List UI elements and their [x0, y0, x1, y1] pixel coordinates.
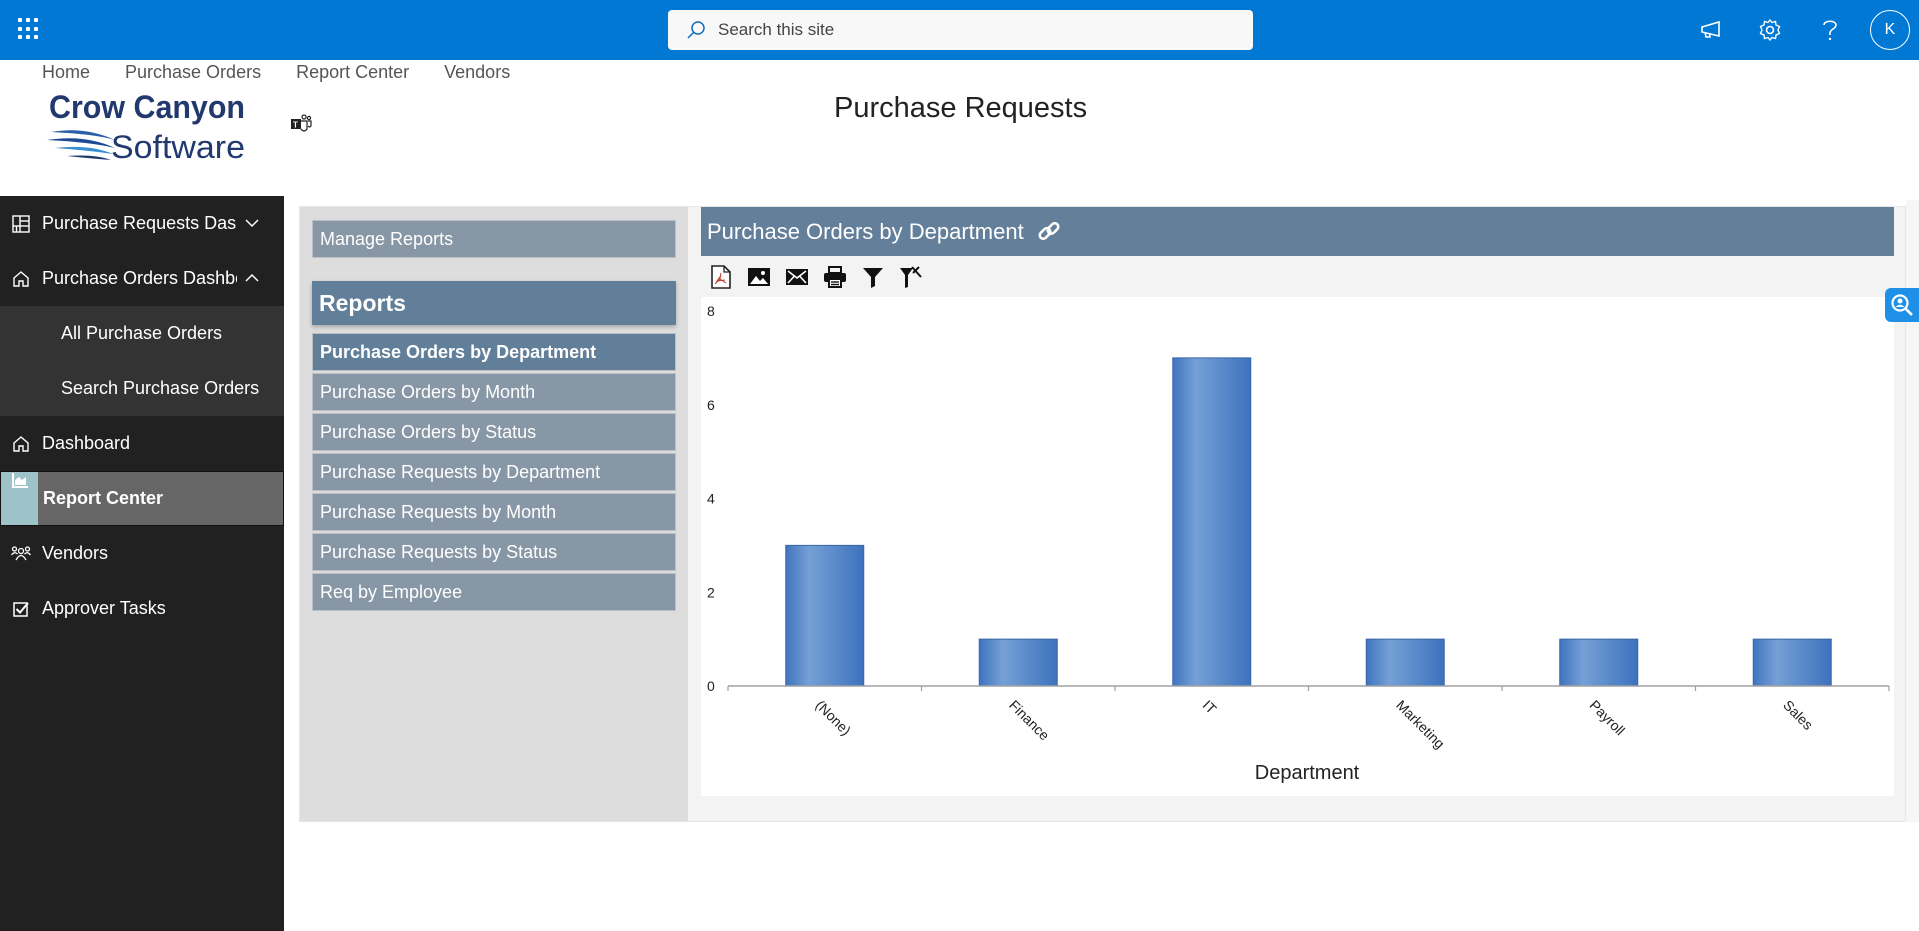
- x-tick-label: (None): [813, 697, 855, 739]
- y-tick-label: 6: [707, 397, 715, 413]
- sidebar-item-vendors[interactable]: Vendors: [0, 526, 284, 581]
- manage-reports-label: Manage Reports: [320, 228, 454, 249]
- report-item[interactable]: Purchase Orders by Status: [312, 413, 676, 451]
- report-title-bar: Purchase Orders by Department: [701, 207, 1894, 256]
- search-icon: [687, 21, 705, 39]
- sidebar-item-approver-tasks[interactable]: Approver Tasks: [0, 581, 284, 636]
- report-item[interactable]: Req by Employee: [312, 573, 676, 611]
- sidebar-item-label: Approver Tasks: [42, 598, 166, 618]
- report-item-label: Purchase Requests by Department: [320, 461, 601, 482]
- help-icon[interactable]: [1815, 15, 1845, 45]
- suite-bar: K: [0, 0, 1919, 60]
- logo-line2: Software: [111, 129, 245, 164]
- y-tick-label: 4: [707, 491, 715, 507]
- bar-sales[interactable]: [1752, 638, 1832, 687]
- bar-chart: 0 2 4 6 8 (None) Finance IT Marketing Payroll Sal…: [707, 303, 1890, 784]
- sidebar-item-label: Vendors: [42, 543, 109, 563]
- report-chart-icon: [1, 472, 38, 525]
- email-icon[interactable]: [785, 265, 809, 289]
- search-input[interactable]: [718, 20, 1218, 40]
- x-tick-label: Marketing: [1393, 697, 1448, 752]
- report-item-label: Purchase Requests by Status: [320, 541, 558, 562]
- chart-area: 0 2 4 6 8 (None) Finance IT Marketing Payroll Sal…: [701, 297, 1894, 796]
- pdf-export-icon[interactable]: [709, 265, 733, 289]
- sidebar-item-label: All Purchase Orders: [61, 323, 223, 343]
- report-title: Purchase Orders by Department: [707, 218, 1024, 244]
- people-icon: [0, 545, 42, 562]
- manage-reports-button[interactable]: Manage Reports: [312, 220, 676, 258]
- bar-finance[interactable]: [978, 638, 1058, 687]
- report-item[interactable]: Purchase Requests by Status: [312, 533, 676, 571]
- site-logo[interactable]: Crow Canyon Software: [45, 88, 250, 165]
- bar-marketing[interactable]: [1365, 638, 1445, 687]
- sidebar-item-purchase-orders-dashboard[interactable]: Purchase Orders Dashboard: [0, 251, 284, 306]
- bar-payroll[interactable]: [1559, 638, 1639, 687]
- checkbox-icon: [0, 601, 42, 617]
- filter-icon[interactable]: [861, 265, 885, 289]
- top-nav-vendors[interactable]: Vendors: [444, 62, 510, 83]
- home-icon: [0, 270, 42, 288]
- x-axis-title: Department: [1255, 762, 1360, 784]
- sidebar-item-label: Purchase Orders Dashboard: [42, 268, 237, 288]
- report-toolbar: [709, 263, 923, 291]
- y-tick-label: 8: [707, 303, 715, 319]
- x-tick-label: Sales: [1780, 697, 1816, 733]
- logo-line1: Crow Canyon: [49, 89, 245, 125]
- bar-none[interactable]: [785, 544, 865, 687]
- sidebar-item-label: Dashboard: [42, 433, 131, 453]
- report-view-panel: Purchase Orders by Department 0 2 4 6 8 (Non…: [701, 207, 1895, 821]
- home-icon: [0, 435, 42, 453]
- report-item[interactable]: Purchase Orders by Department: [312, 333, 676, 371]
- x-tick-label: IT: [1200, 697, 1220, 717]
- top-nav-purchase-orders[interactable]: Purchase Orders: [125, 62, 261, 83]
- report-item-label: Req by Employee: [320, 581, 463, 602]
- x-tick-label: Finance: [1006, 697, 1053, 744]
- reports-header: Reports: [312, 281, 676, 325]
- y-tick-label: 2: [707, 584, 715, 600]
- search-people-button[interactable]: [1885, 288, 1919, 322]
- search-person-icon: [1891, 294, 1913, 316]
- x-tick-label: Payroll: [1587, 697, 1629, 739]
- top-nav: Home Purchase Orders Report Center Vendo…: [42, 62, 510, 83]
- report-center-container: Manage Reports Reports Purchase Orders b…: [299, 206, 1906, 822]
- chevron-up-icon[interactable]: [244, 270, 260, 291]
- dashboard-grid-icon: [0, 214, 42, 233]
- link-icon[interactable]: [1036, 219, 1062, 245]
- sidebar-subitem-search-purchase-orders[interactable]: Search Purchase Orders: [0, 361, 284, 416]
- sidebar-item-label: Report Center: [43, 488, 164, 508]
- page-title-text: Purchase Requests: [834, 92, 1088, 124]
- sidebar-item-report-center[interactable]: Report Center: [0, 471, 284, 526]
- report-item-label: Purchase Orders by Status: [320, 421, 537, 442]
- avatar[interactable]: K: [1870, 10, 1910, 50]
- print-icon[interactable]: [823, 265, 847, 289]
- reports-header-text: Reports: [319, 289, 406, 316]
- sidebar-item-label: Search Purchase Orders: [61, 378, 260, 398]
- svg-text:T: T: [293, 121, 298, 130]
- report-item[interactable]: Purchase Requests by Department: [312, 453, 676, 491]
- sidebar-item-dashboard[interactable]: Dashboard: [0, 416, 284, 471]
- report-item-label: Purchase Orders by Department: [320, 341, 597, 362]
- sidebar: Purchase Requests Dashboard Purchase Ord…: [0, 196, 284, 931]
- megaphone-icon[interactable]: [1696, 15, 1726, 45]
- avatar-initial: K: [1884, 21, 1896, 38]
- gear-icon[interactable]: [1755, 15, 1785, 45]
- sidebar-item-label: Purchase Requests Dashboard: [42, 213, 237, 233]
- bar-it[interactable]: [1172, 357, 1252, 687]
- chevron-down-icon[interactable]: [244, 215, 260, 236]
- top-nav-report-center[interactable]: Report Center: [296, 62, 409, 83]
- top-nav-home[interactable]: Home: [42, 62, 90, 83]
- sidebar-item-purchase-requests-dashboard[interactable]: Purchase Requests Dashboard: [0, 196, 284, 251]
- report-item[interactable]: Purchase Requests by Month: [312, 493, 676, 531]
- app-launcher-icon[interactable]: [18, 18, 40, 40]
- clear-filter-icon[interactable]: [899, 265, 923, 289]
- report-item[interactable]: Purchase Orders by Month: [312, 373, 676, 411]
- reports-list-panel: Manage Reports Reports Purchase Orders b…: [300, 207, 688, 821]
- search-box[interactable]: [668, 10, 1253, 50]
- teams-icon[interactable]: T: [290, 114, 312, 138]
- report-item-label: Purchase Orders by Month: [320, 381, 536, 402]
- y-tick-label: 0: [707, 678, 715, 694]
- image-export-icon[interactable]: [747, 265, 771, 289]
- report-item-label: Purchase Requests by Month: [320, 501, 557, 522]
- sidebar-subitem-all-purchase-orders[interactable]: All Purchase Orders: [0, 306, 284, 361]
